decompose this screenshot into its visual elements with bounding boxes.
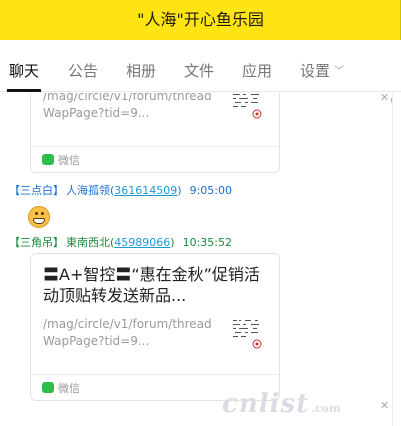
grin-emoji-icon: [28, 206, 50, 228]
card-title: 〓A+智控〓“惠在金秋”促销活动顶贴转发送新品...: [43, 265, 260, 305]
sender-qq-link[interactable]: 361614509: [114, 184, 177, 197]
tab-files[interactable]: 文件: [184, 40, 214, 92]
message-time: 9:05:00: [189, 184, 232, 197]
watermark-logo: cnlist .com: [222, 389, 341, 419]
tab-announcement-label: 公告: [68, 62, 99, 80]
card-source: 微信: [58, 382, 80, 395]
link-card[interactable]: /mag/circle/v1/forum/threadWapPage?tid=9…: [30, 93, 280, 173]
tab-bar: 聊天 公告 相册 文件 应用 设置 ﹀: [0, 40, 401, 114]
close-icon[interactable]: ✕: [380, 400, 389, 412]
tab-apps-label: 应用: [242, 62, 273, 80]
tab-apps[interactable]: 应用: [242, 40, 272, 92]
qr-thumbnail-icon: [231, 318, 267, 354]
tab-settings[interactable]: 设置 ﹀: [300, 40, 344, 92]
message-time: 10:35:52: [182, 236, 232, 249]
card-source: 微信: [58, 154, 80, 167]
sender-qq-link[interactable]: 45989066: [114, 236, 170, 249]
chevron-down-icon: ﹀: [334, 66, 345, 77]
link-card[interactable]: 〓A+智控〓“惠在金秋”促销活动顶贴转发送新品... /mag/circle/v…: [30, 253, 280, 401]
tab-chat-label: 聊天: [9, 62, 40, 80]
member-title-tag: 【三点白】: [9, 184, 64, 197]
close-icon[interactable]: ✕: [380, 92, 389, 104]
message-sender: 【三角吊】 東南西北(45989066) 10:35:52: [9, 236, 232, 249]
sender-nickname[interactable]: 東南西北: [66, 236, 110, 249]
tab-settings-label: 设置: [300, 62, 331, 80]
chat-area[interactable]: /mag/circle/v1/forum/threadWapPage?tid=9…: [0, 93, 392, 426]
tab-chat[interactable]: 聊天: [6, 40, 42, 92]
tab-files-label: 文件: [184, 62, 215, 80]
watermark-text: cnlist: [222, 389, 310, 419]
card-url: /mag/circle/v1/forum/threadWapPage?tid=9…: [43, 93, 212, 120]
card-footer: 微信: [31, 146, 279, 172]
card-url: /mag/circle/v1/forum/threadWapPage?tid=9…: [43, 317, 212, 348]
window-titlebar: "人海"开心鱼乐园: [0, 0, 401, 40]
tab-album[interactable]: 相册: [126, 40, 156, 92]
scrollbar[interactable]: [392, 93, 401, 426]
message-sender: 【三点白】 人海孤领(361614509) 9:05:00: [9, 184, 232, 197]
window-title: "人海"开心鱼乐园: [137, 10, 264, 29]
wechat-icon: [42, 382, 54, 393]
tab-album-label: 相册: [126, 62, 157, 80]
tab-announcement[interactable]: 公告: [68, 40, 98, 92]
member-title-tag: 【三角吊】: [9, 236, 64, 249]
sender-nickname[interactable]: 人海孤领: [66, 184, 110, 197]
wechat-icon: [42, 154, 54, 165]
watermark-suffix: .com: [311, 402, 341, 415]
qr-thumbnail-icon: [231, 93, 267, 124]
